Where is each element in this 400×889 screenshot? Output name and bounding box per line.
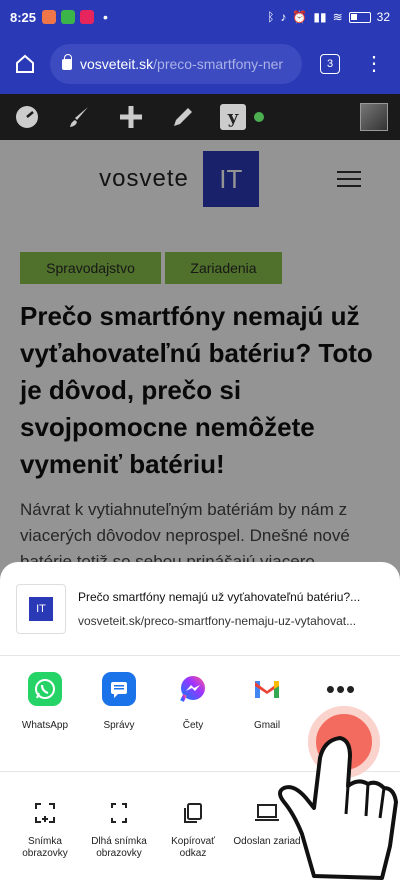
share-preview: IT Prečo smartfóny nemajú už vyťahovateľ…: [0, 562, 400, 656]
wifi-icon: ≋: [332, 10, 343, 24]
customize-brush-icon[interactable]: [64, 102, 94, 132]
edit-pencil-icon[interactable]: [168, 102, 198, 132]
action-screenshot[interactable]: Snímka obrazovky: [8, 800, 82, 860]
add-new-icon[interactable]: [116, 102, 146, 132]
app-label: WhatsApp: [21, 720, 69, 731]
app-label: Čety: [182, 720, 204, 731]
action-long-screenshot[interactable]: Dlhá snímka obrazovky: [82, 800, 156, 860]
browser-toolbar: vosveteit.sk/preco-smartfony-ner 3 ⋮: [0, 34, 400, 94]
dashboard-icon[interactable]: [12, 102, 42, 132]
action-label: Snímka obrazovky: [22, 836, 68, 859]
dim-overlay[interactable]: [0, 140, 400, 580]
copy-icon: [180, 800, 206, 826]
mute-icon: ♪: [280, 10, 287, 24]
more-icon: •••: [325, 674, 357, 704]
pointing-hand-icon: [278, 736, 398, 880]
preview-thumbnail: IT: [16, 583, 66, 634]
notification-app-icon: [80, 10, 95, 24]
preview-url: vosveteit.sk/preco-smartfony-nemaju-uz-v…: [78, 613, 357, 628]
home-icon: [16, 54, 34, 73]
status-time: 8:25: [10, 9, 37, 25]
status-bar: 8:25 • ᛒ ♪ ⏰ ▮▮ ≋ 32: [0, 0, 400, 34]
url-path: /preco-smartfony-ner: [153, 56, 284, 72]
long-screenshot-icon: [106, 800, 132, 826]
lock-icon: [62, 53, 72, 70]
preview-thumb-logo: IT: [29, 596, 53, 621]
address-bar[interactable]: vosveteit.sk/preco-smartfony-ner: [50, 44, 302, 84]
share-app-whatsapp[interactable]: WhatsApp: [8, 672, 82, 771]
share-app-messenger[interactable]: Čety: [156, 672, 230, 771]
messenger-icon: [176, 672, 210, 706]
bluetooth-icon: ᛒ: [267, 10, 275, 24]
gmail-icon: [250, 672, 284, 706]
seo-status-dot: [254, 112, 264, 122]
messages-icon: [102, 672, 136, 706]
browser-menu-button[interactable]: ⋮: [364, 54, 384, 74]
url-domain: vosveteit.sk: [80, 56, 154, 72]
action-label: Kopírovať odkaz: [171, 836, 215, 859]
screenshot-icon: [32, 800, 58, 826]
notification-app-icon: [42, 10, 57, 24]
alarm-icon: ⏰: [292, 10, 308, 24]
tab-switcher-button[interactable]: 3: [320, 54, 340, 74]
notification-app-icon: [61, 10, 76, 24]
battery-percent: 32: [376, 10, 390, 24]
whatsapp-icon: [28, 672, 62, 706]
preview-title: Prečo smartfóny nemajú už vyťahovateľnú …: [78, 589, 361, 604]
more-notifications-icon: •: [103, 9, 108, 25]
battery-icon: [348, 11, 371, 23]
home-button[interactable]: [10, 49, 40, 79]
user-avatar[interactable]: [360, 103, 388, 131]
action-copy-link[interactable]: Kopírovať odkaz: [156, 800, 230, 860]
app-label: Správy: [103, 720, 135, 731]
action-label: Dlhá snímka obrazovky: [91, 836, 147, 859]
yoast-seo-icon[interactable]: y: [220, 104, 246, 130]
signal-icon: ▮▮: [313, 10, 327, 24]
admin-bar: y: [0, 94, 400, 140]
status-icons: ᛒ ♪ ⏰ ▮▮ ≋ 32: [267, 10, 390, 24]
share-app-messages[interactable]: Správy: [82, 672, 156, 771]
